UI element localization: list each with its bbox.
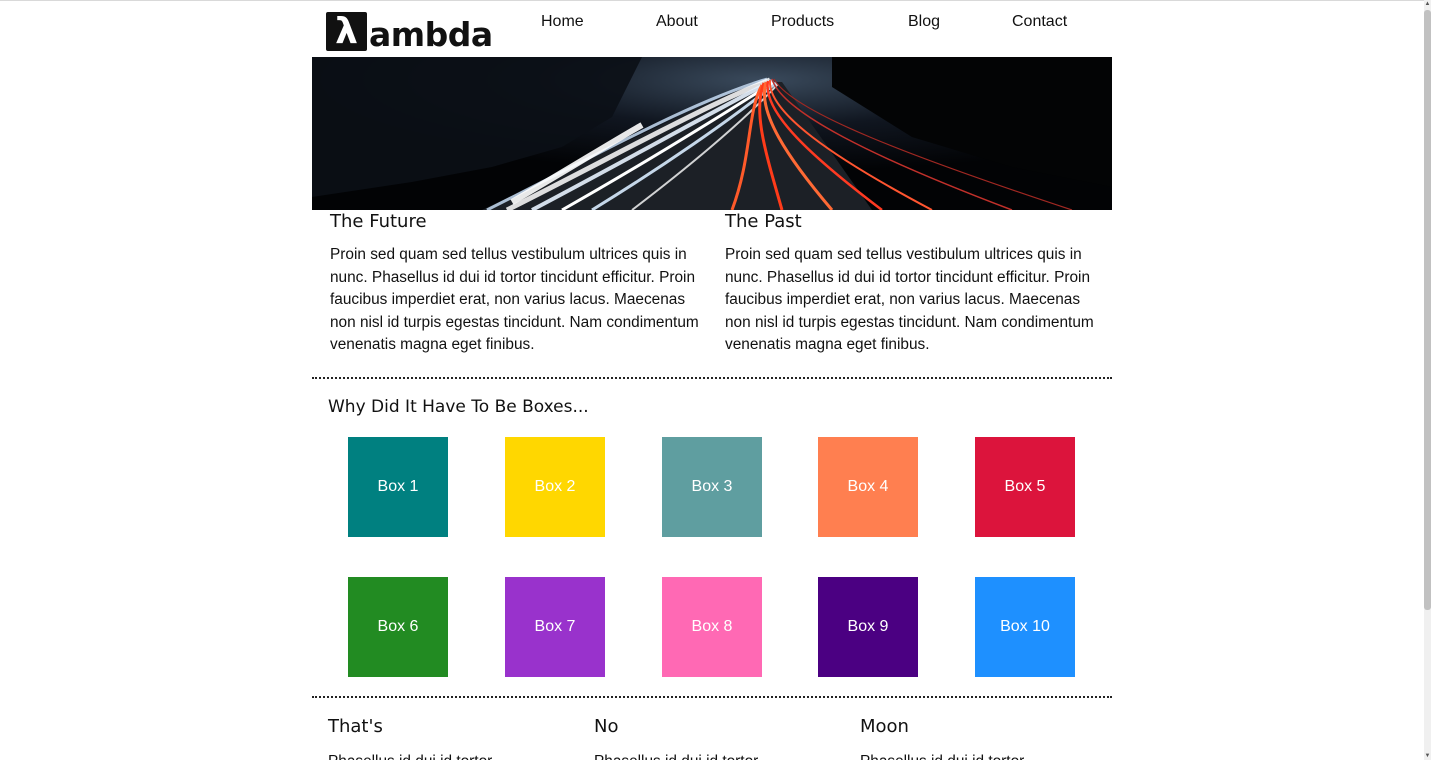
bottom-heading-3: Moon	[860, 716, 909, 737]
nav-home[interactable]: Home	[541, 13, 584, 31]
page: λ ambda Home About Products Blog Contact	[0, 0, 1431, 760]
future-text: Proin sed quam sed tellus vestibulum ult…	[330, 246, 699, 353]
scrollbar-thumb[interactable]	[1424, 10, 1431, 610]
future-heading: The Future	[330, 211, 427, 232]
nav-products[interactable]: Products	[771, 13, 834, 31]
past-heading: The Past	[725, 211, 802, 232]
bottom-column-3: Moon Phasellus id dui id tortor	[860, 716, 1100, 760]
bottom-heading-1: That's	[328, 716, 383, 737]
past-column: The Past Proin sed quam sed tellus vesti…	[725, 210, 1095, 357]
bottom-text-3: Phasellus id dui id tortor	[860, 751, 1100, 760]
section-divider	[312, 377, 1112, 379]
future-column: The Future Proin sed quam sed tellus ves…	[330, 210, 700, 357]
main-nav: Home About Products Blog Contact	[312, 13, 1112, 33]
box-5: Box 5	[975, 437, 1075, 537]
bottom-heading-2: No	[594, 716, 619, 737]
site-header: λ ambda Home About Products Blog Contact	[312, 0, 1112, 57]
box-4: Box 4	[818, 437, 918, 537]
hero-image	[312, 57, 1112, 210]
nav-about[interactable]: About	[656, 13, 698, 31]
bottom-column-1: That's Phasellus id dui id tortor	[328, 716, 568, 760]
box-6: Box 6	[348, 577, 448, 677]
box-8: Box 8	[662, 577, 762, 677]
box-3: Box 3	[662, 437, 762, 537]
box-9: Box 9	[818, 577, 918, 677]
bottom-column-2: No Phasellus id dui id tortor	[594, 716, 834, 760]
scroll-up-icon[interactable]: ▲	[1424, 0, 1431, 8]
bottom-text-1: Phasellus id dui id tortor	[328, 751, 568, 760]
box-7: Box 7	[505, 577, 605, 677]
bottom-text-2: Phasellus id dui id tortor	[594, 751, 834, 760]
scroll-down-icon[interactable]: ▼	[1424, 752, 1431, 760]
main-container: λ ambda Home About Products Blog Contact	[312, 0, 1112, 760]
boxes-heading: Why Did It Have To Be Boxes...	[328, 397, 589, 417]
past-text: Proin sed quam sed tellus vestibulum ult…	[725, 246, 1094, 353]
box-2: Box 2	[505, 437, 605, 537]
section-divider-2	[312, 696, 1112, 698]
nav-blog[interactable]: Blog	[908, 13, 940, 31]
box-10: Box 10	[975, 577, 1075, 677]
nav-contact[interactable]: Contact	[1012, 13, 1067, 31]
light-trails-image	[312, 57, 1112, 210]
vertical-scrollbar[interactable]: ▲ ▼	[1424, 0, 1431, 760]
box-1: Box 1	[348, 437, 448, 537]
